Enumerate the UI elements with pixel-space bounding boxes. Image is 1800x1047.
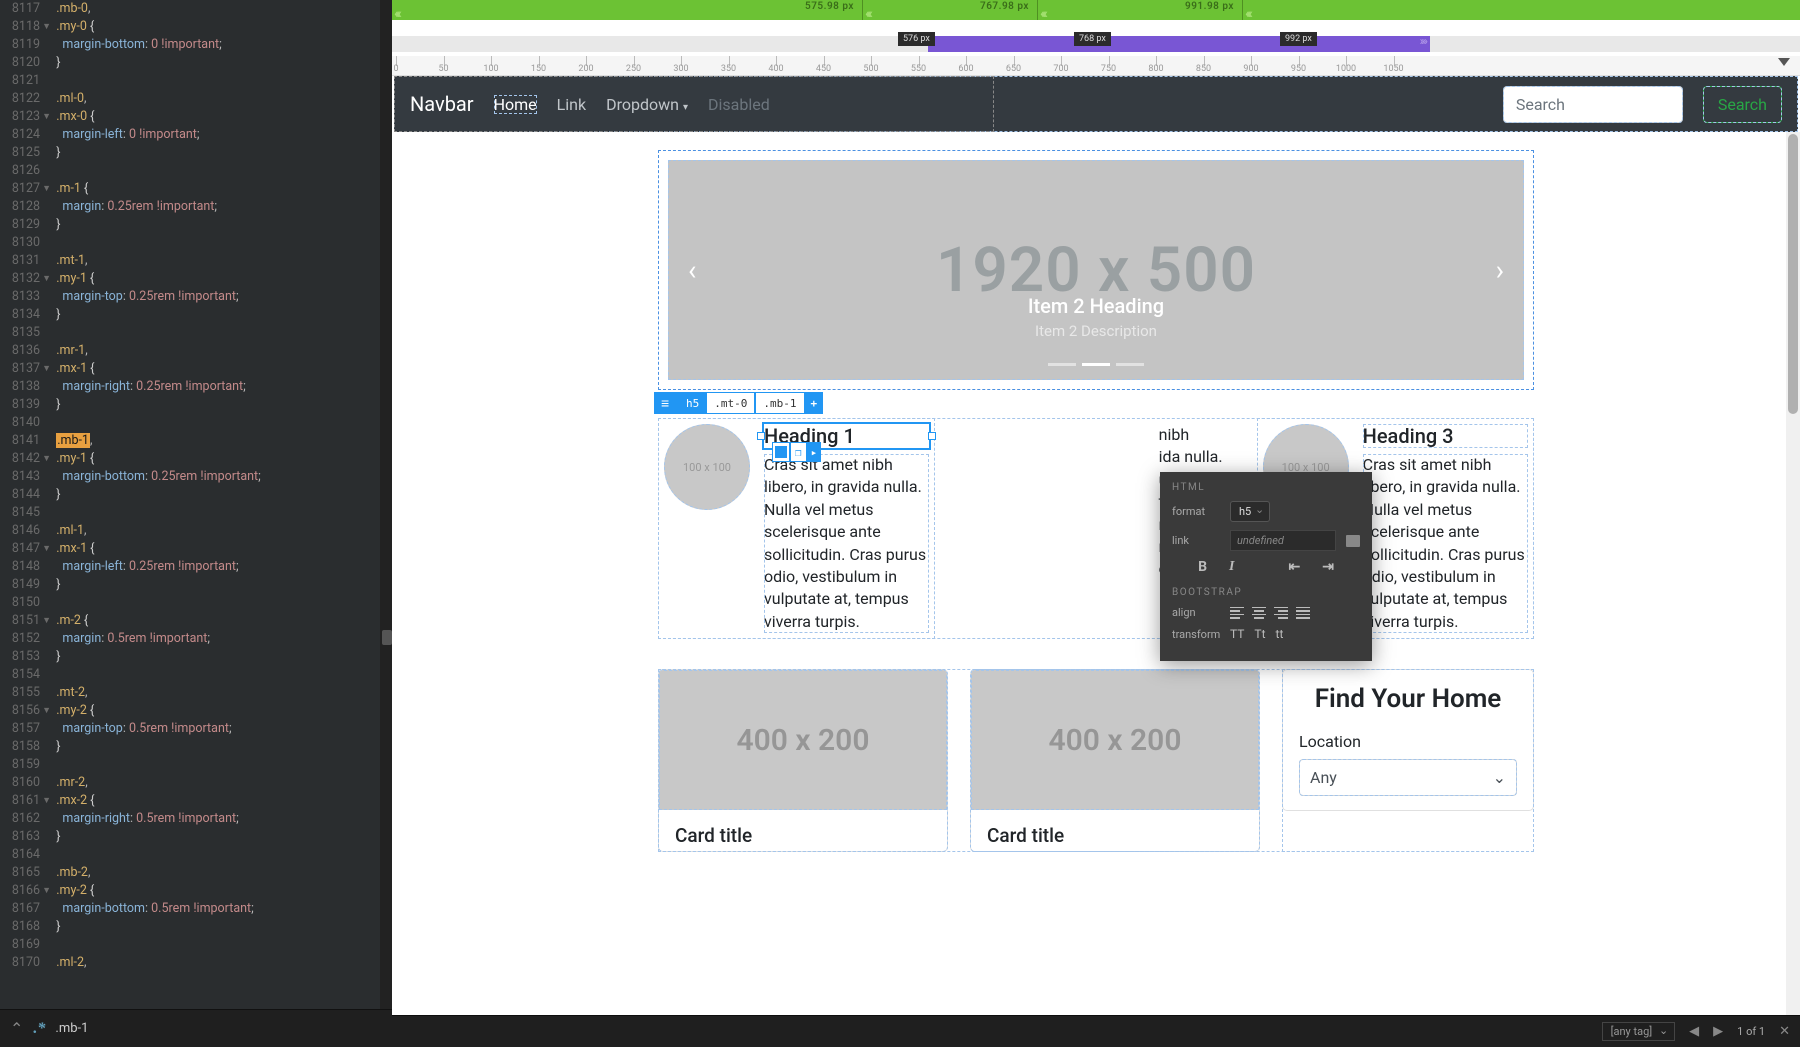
carousel-indicators[interactable] xyxy=(668,363,1524,366)
sidebar-title: Find Your Home xyxy=(1299,684,1517,714)
close-icon[interactable]: ✕ xyxy=(1779,1024,1790,1039)
bp-tag: 992 px xyxy=(1280,32,1317,46)
feature-row: 100 x 100 h5 .mt-0 .mb-1 + Heading 1 xyxy=(658,418,1534,639)
selection-tag[interactable]: h5 xyxy=(679,392,706,414)
bp-label: 767.98 px xyxy=(980,1,1029,12)
bp-arrows-icon xyxy=(394,3,399,22)
nav-link-label: Dropdown xyxy=(606,95,679,114)
feature-heading[interactable]: Heading 3 xyxy=(1363,424,1528,448)
link-label: link xyxy=(1172,534,1220,547)
preview-scrollbar[interactable] xyxy=(1786,132,1800,1015)
align-center-icon[interactable] xyxy=(1252,607,1266,619)
transform-lower-button[interactable]: tt xyxy=(1276,627,1284,641)
carousel-heading: Item 2 Heading xyxy=(668,294,1524,318)
code-search-input[interactable] xyxy=(55,1021,382,1036)
card: 400 x 200 Card title xyxy=(970,669,1260,852)
scrollbar-thumb[interactable] xyxy=(382,630,392,645)
chevron-down-icon: ▾ xyxy=(683,102,688,113)
tag-filter-select[interactable]: [any tag] xyxy=(1602,1022,1676,1041)
bp-arrows-icon xyxy=(865,3,870,22)
carousel-description: Item 2 Description xyxy=(668,322,1524,340)
bottom-bar: [any tag] ◀ ▶ 1 of 1 ✕ xyxy=(392,1015,1800,1047)
bp-label: 575.98 px xyxy=(805,1,854,12)
preview-navbar: Navbar Home Link Dropdown ▾ Disabled Sea… xyxy=(394,76,1798,132)
format-select[interactable]: h5 xyxy=(1230,501,1270,522)
selection-add-button[interactable]: + xyxy=(805,392,824,414)
breakpoint-bar-top[interactable]: 575.98 px 767.98 px 991.98 px xyxy=(392,0,1800,20)
align-left-icon[interactable] xyxy=(1230,607,1244,619)
transform-upper-button[interactable]: TT xyxy=(1230,627,1244,641)
bp-tag: 576 px xyxy=(898,32,935,46)
regex-icon[interactable]: .* xyxy=(33,1020,45,1038)
popup-section-title: HTML xyxy=(1172,482,1360,493)
selection-tag-bar: h5 .mt-0 .mb-1 + xyxy=(654,392,823,414)
align-justify-icon[interactable] xyxy=(1296,607,1310,619)
card: 400 x 200 Card title xyxy=(658,669,948,852)
breakpoint-bar-custom[interactable]: 576 px 768 px 992 px xyxy=(392,36,1800,52)
align-right-icon[interactable] xyxy=(1274,607,1288,619)
card-image-placeholder: 400 x 200 xyxy=(971,670,1259,810)
menu-icon xyxy=(661,395,672,412)
select-value: Any xyxy=(1310,768,1337,787)
container-outline xyxy=(394,76,994,132)
card-title: Card title xyxy=(987,824,1243,847)
indent-right-icon[interactable]: ⇥ xyxy=(1322,559,1334,575)
ruler-drag-marker[interactable] xyxy=(1776,56,1792,75)
preview-panel: 575.98 px 767.98 px 991.98 px 576 px 768… xyxy=(392,0,1800,1047)
selection-class-pill[interactable]: .mb-1 xyxy=(755,392,804,414)
navbar-brand[interactable]: Navbar xyxy=(410,92,474,116)
nav-link-disabled: Disabled xyxy=(708,95,770,114)
match-counter: 1 of 1 xyxy=(1737,1025,1765,1038)
scrollbar-thumb[interactable] xyxy=(1788,134,1798,414)
code-scrollbar[interactable] xyxy=(380,0,392,1009)
code-editor[interactable]: 8117 .mb-0,8118▼ .my-0 {8119 margin-bott… xyxy=(0,0,392,1009)
transform-label: transform xyxy=(1172,628,1220,641)
selection-class-pill[interactable]: .mt-0 xyxy=(706,392,755,414)
bp-tag: 768 px xyxy=(1074,32,1111,46)
navbar-search-input[interactable]: Search xyxy=(1503,86,1683,123)
ruler[interactable]: 0501001502002503003504004505005506006507… xyxy=(392,56,1800,76)
italic-button[interactable]: I xyxy=(1229,559,1234,575)
carousel-next-icon[interactable]: › xyxy=(1486,244,1514,297)
location-label: Location xyxy=(1299,732,1517,751)
para-selection-handles[interactable]: ❐ ▸ xyxy=(772,442,821,462)
thumb-placeholder: 100 x 100 xyxy=(664,424,750,510)
preview-viewport[interactable]: Navbar Home Link Dropdown ▾ Disabled Sea… xyxy=(392,76,1800,1015)
bp-arrows-icon xyxy=(1245,3,1250,22)
card-row: 400 x 200 Card title 400 x 200 Card titl… xyxy=(658,669,1534,852)
folder-icon[interactable] xyxy=(1346,535,1360,547)
feature-text: Cras sit amet nibh libero, in gravida nu… xyxy=(764,454,929,633)
format-label: format xyxy=(1172,505,1220,518)
bp-arrows-icon xyxy=(1040,3,1045,22)
selection-menu-button[interactable] xyxy=(654,392,679,414)
carousel-prev-icon[interactable]: ‹ xyxy=(678,244,706,297)
popup-section-title: BOOTSTRAP xyxy=(1172,587,1360,598)
prev-match-icon[interactable]: ◀ xyxy=(1689,1024,1699,1039)
indent-left-icon[interactable]: ⇤ xyxy=(1288,559,1300,575)
card-title: Card title xyxy=(675,824,931,847)
carousel-container: ‹ 1920 x 500 › Item 2 Heading Item 2 Des… xyxy=(658,150,1534,390)
feature-col: 100 x 100 h5 .mt-0 .mb-1 + Heading 1 xyxy=(658,418,935,639)
nav-link-home[interactable]: Home xyxy=(494,95,537,114)
code-search-bar: ⌃ .* xyxy=(0,1009,392,1047)
align-label: align xyxy=(1172,606,1220,619)
bp-label: 991.98 px xyxy=(1185,1,1234,12)
bold-button[interactable]: B xyxy=(1198,559,1207,575)
navbar-search-button[interactable]: Search xyxy=(1703,86,1782,123)
next-match-icon[interactable]: ▶ xyxy=(1713,1024,1723,1039)
nav-link-dropdown[interactable]: Dropdown ▾ xyxy=(606,95,688,114)
sidebar-panel: Find Your Home Location Any ⌄ xyxy=(1282,669,1534,852)
card-image-placeholder: 400 x 200 xyxy=(659,670,947,810)
search-collapse-icon[interactable]: ⌃ xyxy=(10,1019,23,1038)
location-select[interactable]: Any ⌄ xyxy=(1299,759,1517,796)
chevron-down-icon: ⌄ xyxy=(1493,768,1506,787)
carousel-caption: Item 2 Heading Item 2 Description xyxy=(668,294,1524,340)
carousel[interactable]: ‹ 1920 x 500 › Item 2 Heading Item 2 Des… xyxy=(668,160,1524,380)
link-input[interactable]: undefined xyxy=(1230,530,1336,551)
property-popup[interactable]: HTML format h5 link undefined B I ⇤ ⇥ xyxy=(1160,472,1372,661)
feature-text: Cras sit amet nibh libero, in gravida nu… xyxy=(1363,454,1528,633)
nav-link[interactable]: Link xyxy=(557,95,586,114)
transform-cap-button[interactable]: Tt xyxy=(1254,627,1265,641)
code-panel: 8117 .mb-0,8118▼ .my-0 {8119 margin-bott… xyxy=(0,0,392,1047)
